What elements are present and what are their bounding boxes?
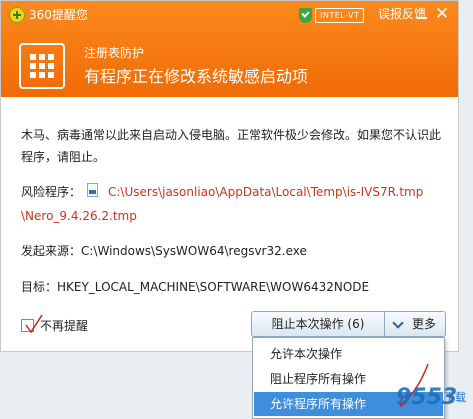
intel-vt-tag: INTEL-VT bbox=[315, 8, 365, 23]
site-watermark-sub: 下载 bbox=[444, 391, 466, 404]
close-button[interactable]: ✕ bbox=[434, 5, 450, 23]
intel-vt-badge: INTEL-VT bbox=[299, 8, 365, 23]
header-banner: 360提醒您 INTEL-VT 误报反馈 ✕ 注册表防护 有程序正在修改系统敏感… bbox=[1, 1, 458, 97]
block-this-operation-button[interactable]: 阻止本次操作 (6) bbox=[251, 311, 385, 337]
risk-program-path-cont[interactable]: \Nero_9.4.26.2.tmp bbox=[21, 208, 137, 224]
risk-program-label: 风险程序： bbox=[21, 185, 82, 199]
chevron-down-icon bbox=[392, 317, 404, 329]
alert-window: 360提醒您 INTEL-VT 误报反馈 ✕ 注册表防护 有程序正在修改系统敏感… bbox=[0, 0, 459, 352]
minimize-button[interactable] bbox=[415, 5, 429, 23]
target-label: 目标： bbox=[21, 280, 58, 294]
360-logo-icon bbox=[9, 7, 25, 23]
protection-type-label: 注册表防护 bbox=[84, 46, 145, 60]
source-value: C:\Windows\SysWOW64\regsvr32.exe bbox=[81, 244, 307, 258]
file-icon bbox=[87, 183, 98, 197]
app-title: 360提醒您 bbox=[29, 8, 88, 22]
source-label: 发起来源： bbox=[21, 244, 82, 258]
warning-description: 木马、病毒通常以此来自启动入侵电脑。正常软件极少会修改。如果您不认识此程序，请阻… bbox=[21, 128, 442, 164]
title-bar: 360提醒您 INTEL-VT 误报反馈 ✕ bbox=[1, 1, 458, 29]
risk-program-path[interactable]: C:\Users\jasonliao\AppData\Local\Temp\is… bbox=[108, 184, 423, 200]
no-remind-label: 不再提醒 bbox=[40, 319, 89, 333]
more-dropdown-button[interactable]: 更多 bbox=[384, 311, 446, 337]
shield-check-icon bbox=[299, 8, 312, 23]
registry-grid-icon bbox=[19, 43, 65, 89]
warning-title: 有程序正在修改系统敏感启动项 bbox=[84, 67, 309, 86]
target-value: HKEY_LOCAL_MACHINE\SOFTWARE\WOW6432NODE bbox=[57, 280, 370, 294]
more-label: 更多 bbox=[412, 317, 437, 331]
